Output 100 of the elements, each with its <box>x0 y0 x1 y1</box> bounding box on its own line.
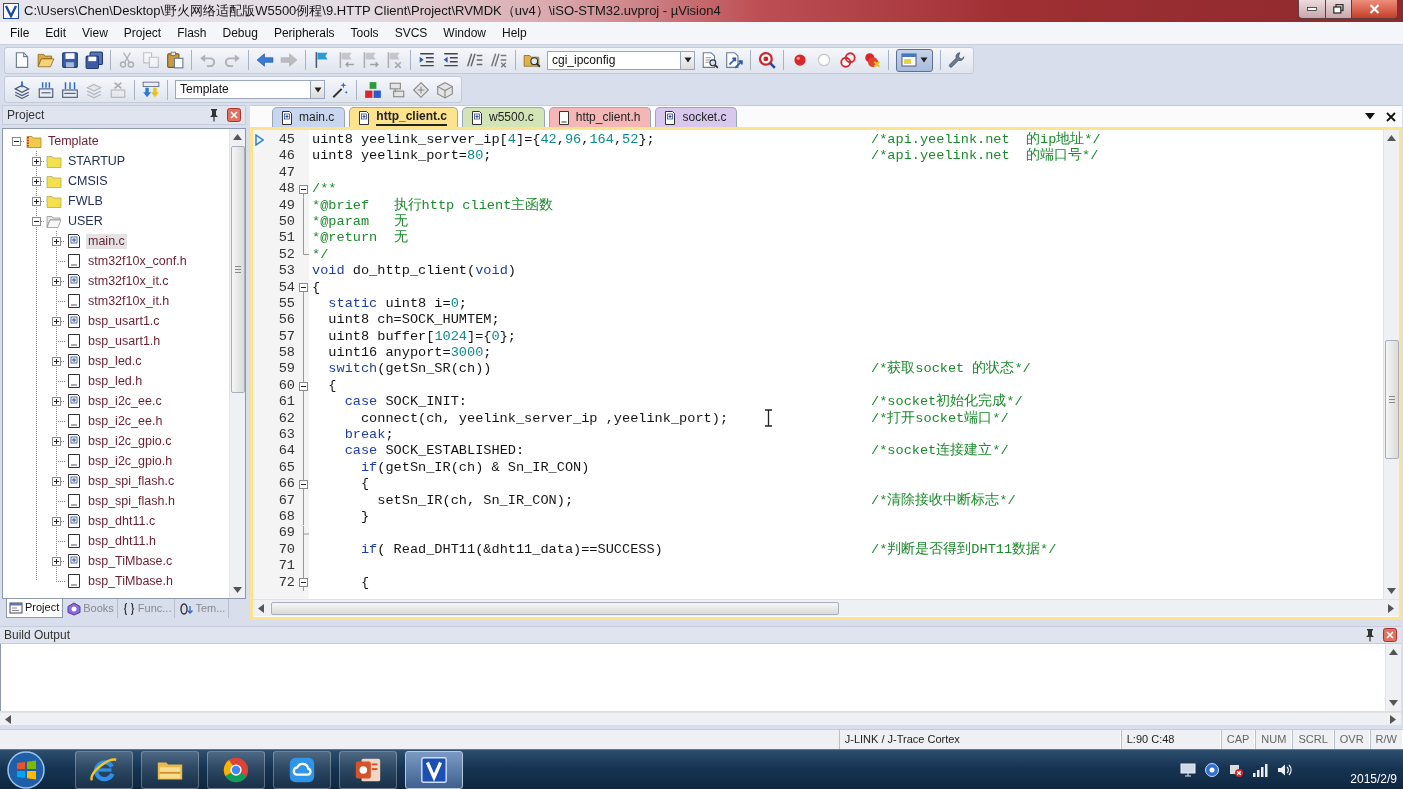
tree-item[interactable]: main.c <box>86 233 127 249</box>
menu-item[interactable]: View <box>74 23 116 43</box>
build-icon[interactable] <box>37 80 55 99</box>
target-combobox[interactable]: Template <box>175 80 325 99</box>
plus-box-icon[interactable] <box>52 316 61 326</box>
scroll-right-icon[interactable] <box>1390 714 1396 724</box>
plus-box-icon[interactable] <box>32 196 41 206</box>
plus-box-icon[interactable] <box>52 516 61 526</box>
editor-tab[interactable]: main.c <box>272 107 346 127</box>
rebuild-icon[interactable] <box>61 80 79 99</box>
scrollbar-thumb[interactable] <box>230 146 245 393</box>
new-file-icon[interactable] <box>13 51 31 69</box>
editor-tab[interactable]: http_client.c <box>349 107 459 127</box>
panel-tab[interactable]: Project <box>6 599 64 618</box>
minus-box-icon[interactable] <box>12 136 21 146</box>
floppy-disks-icon[interactable] <box>85 51 103 69</box>
tree-item[interactable]: bsp_dht11.c <box>86 513 158 529</box>
indent-icon[interactable] <box>418 51 436 69</box>
wrench-icon[interactable] <box>948 51 966 69</box>
tree-item[interactable]: USER <box>66 213 105 229</box>
tree-item[interactable]: bsp_i2c_gpio.c <box>86 433 174 449</box>
menu-item[interactable]: SVCS <box>386 23 436 43</box>
window-layout-button[interactable] <box>896 48 933 72</box>
tree-item[interactable]: bsp_i2c_ee.h <box>86 413 165 429</box>
plus-box-icon[interactable] <box>52 356 61 366</box>
vertical-scrollbar[interactable] <box>229 129 245 598</box>
collapse-box-icon[interactable] <box>299 184 308 194</box>
tree-item[interactable]: stm32f10x_it.h <box>86 293 172 309</box>
menu-item[interactable]: Window <box>435 23 494 43</box>
close-button[interactable] <box>1352 0 1398 19</box>
scroll-right-icon[interactable] <box>1388 603 1394 613</box>
scroll-up-icon[interactable] <box>1387 135 1396 141</box>
plus-box-icon[interactable] <box>32 176 41 186</box>
slashes-lines-icon[interactable] <box>466 51 484 69</box>
tree-item[interactable]: bsp_i2c_gpio.h <box>86 453 175 469</box>
tree-item[interactable]: bsp_spi_flash.h <box>86 493 177 509</box>
minimize-button[interactable] <box>1298 0 1325 19</box>
plus-box-icon[interactable] <box>52 236 61 246</box>
menu-item[interactable]: Flash <box>169 23 215 43</box>
editor-tab[interactable]: w5500.c <box>462 107 545 127</box>
collapse-box-icon[interactable] <box>299 381 308 391</box>
signal-bars-icon[interactable] <box>1252 761 1269 778</box>
tree-item[interactable]: bsp_usart1.c <box>86 313 162 329</box>
collapse-box-icon[interactable] <box>299 283 308 293</box>
horizontal-scrollbar[interactable] <box>0 712 1401 725</box>
linked-rings-icon[interactable] <box>839 51 857 69</box>
scroll-down-icon[interactable] <box>1389 700 1398 706</box>
find-combobox[interactable]: cgi_ipconfig <box>547 50 695 70</box>
scroll-down-icon[interactable] <box>233 587 242 593</box>
breakpoint-icon[interactable] <box>791 51 809 69</box>
horizontal-scrollbar[interactable] <box>253 599 1399 616</box>
vertical-scrollbar[interactable] <box>1385 644 1401 711</box>
menu-item[interactable]: Peripherals <box>265 23 343 43</box>
menu-item[interactable]: Tools <box>342 23 387 43</box>
start-button[interactable] <box>6 749 46 789</box>
close-icon[interactable] <box>1386 111 1396 122</box>
editor-tab[interactable]: socket.c <box>655 107 738 127</box>
slashes-cross-icon[interactable] <box>490 51 508 69</box>
tree-item[interactable]: stm32f10x_it.c <box>86 273 171 289</box>
tree-item[interactable]: bsp_dht11.h <box>86 533 158 549</box>
scroll-left-icon[interactable] <box>258 603 264 613</box>
plus-box-icon[interactable] <box>52 556 61 566</box>
tab-list-icon[interactable] <box>1365 113 1375 120</box>
collapse-box-icon[interactable] <box>299 578 308 588</box>
diamond-icon[interactable] <box>412 80 430 99</box>
close-icon[interactable] <box>227 108 241 122</box>
tree-item[interactable]: CMSIS <box>66 173 110 189</box>
breakpoints-cross-icon[interactable] <box>863 51 881 69</box>
tree-item[interactable]: bsp_i2c_ee.c <box>86 393 164 409</box>
taskbar-button[interactable] <box>405 750 463 789</box>
tree-item[interactable]: bsp_led.c <box>86 353 144 369</box>
menu-item[interactable]: Project <box>115 23 170 43</box>
tree-item[interactable]: bsp_TiMbase.h <box>86 573 175 589</box>
tree-item[interactable]: bsp_led.h <box>86 373 145 389</box>
scroll-up-icon[interactable] <box>233 134 242 140</box>
menu-item[interactable]: File <box>2 23 38 43</box>
magic-wand-icon[interactable] <box>331 80 349 99</box>
outdent-icon[interactable] <box>442 51 460 69</box>
editor-tab[interactable]: http_client.h <box>548 107 652 127</box>
search-document-icon[interactable] <box>701 51 719 69</box>
plus-box-icon[interactable] <box>52 476 61 486</box>
menu-item[interactable]: Debug <box>214 23 266 43</box>
blocks-icon[interactable] <box>364 80 382 99</box>
scrollbar-thumb[interactable] <box>1384 340 1399 459</box>
minus-box-icon[interactable] <box>32 216 41 226</box>
collapse-box-icon[interactable] <box>299 479 308 489</box>
restore-button[interactable] <box>1325 0 1352 19</box>
scroll-down-icon[interactable] <box>1387 588 1396 594</box>
tree-item[interactable]: bsp_TiMbase.c <box>86 553 175 569</box>
plus-box-icon[interactable] <box>52 436 61 446</box>
tree-item[interactable]: STARTUP <box>66 153 128 169</box>
document-arrows-icon[interactable] <box>725 51 743 69</box>
monitor-icon[interactable] <box>1180 761 1197 778</box>
tree-item[interactable]: FWLB <box>66 193 105 209</box>
package-icon[interactable] <box>436 80 454 99</box>
tree-item[interactable]: stm32f10x_conf.h <box>86 253 189 269</box>
tree-item[interactable]: Template <box>46 133 101 149</box>
open-folder-icon[interactable] <box>37 51 55 69</box>
clipboard-icon[interactable] <box>166 51 184 69</box>
close-icon[interactable] <box>1383 628 1397 642</box>
